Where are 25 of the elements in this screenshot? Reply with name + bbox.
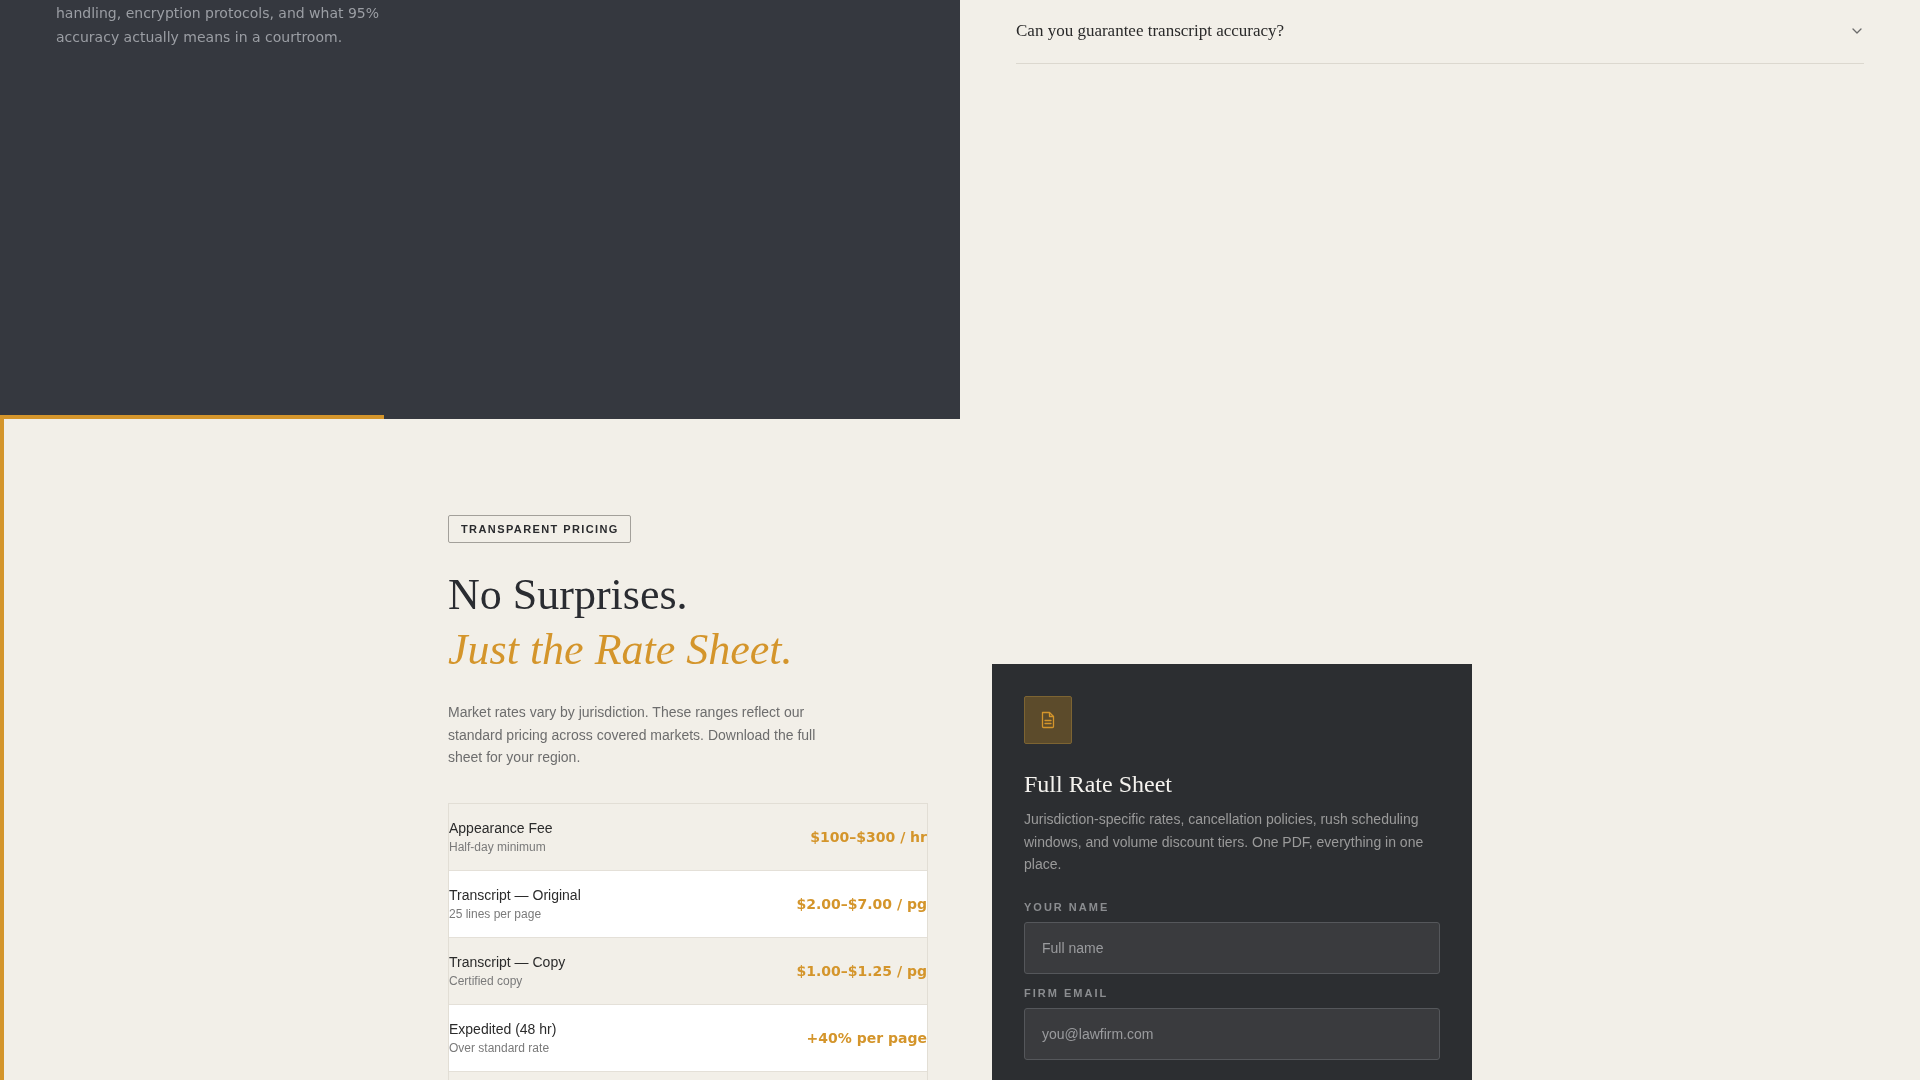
field-label: YOUR NAME xyxy=(1024,899,1110,915)
intro-text: handling, encryption protocols, and what 95% accuracy actually means in a courtroom. xyxy=(56,4,381,47)
section-heading: No Surprises. xyxy=(448,569,688,621)
field-label: FIRM EMAIL xyxy=(1024,985,1109,1001)
rate-price: $100–$300 / hr xyxy=(810,828,927,845)
input-field[interactable]: Full name xyxy=(1024,921,1440,974)
rate-price: $1.00–$1.25 / pg xyxy=(796,962,927,979)
heading-accent: Just the Rate Sheet. xyxy=(448,624,793,676)
rate-price: +40% per page xyxy=(806,1029,927,1046)
rate-note: 25 lines per page xyxy=(449,905,543,923)
rate-name: Transcript — Copy xyxy=(449,952,566,972)
card-description: Jurisdiction-specific rates, cancellation policies, rush scheduling windows, and volume discount tiers. One PDF, everything in one place. xyxy=(1024,810,1425,874)
input-field[interactable]: you@lawfirm.com xyxy=(1024,1007,1440,1060)
pricing-description: Market rates vary by jurisdiction. These ranges reflect our standard pricing across covered markets. Download the full sheet for your region. xyxy=(448,703,817,767)
rate-name: Expedited (48 hr) xyxy=(449,1019,557,1039)
document-icon xyxy=(1024,696,1072,744)
rate-note: Over standard rate xyxy=(449,1039,551,1057)
card-title: Full Rate Sheet xyxy=(1024,770,1172,799)
rate-note: Half-day minimum xyxy=(449,838,547,856)
rate-name: Appearance Fee xyxy=(449,818,553,838)
section-tag: TRANSPARENT PRICING xyxy=(448,515,631,543)
rate-price: $2.00–$7.00 / pg xyxy=(796,895,927,912)
faq-question[interactable]: Can you guarantee transcript accuracy? xyxy=(1016,0,1864,64)
rate-note: Certified copy xyxy=(449,972,524,990)
rate-name: Transcript — Original xyxy=(449,885,581,905)
